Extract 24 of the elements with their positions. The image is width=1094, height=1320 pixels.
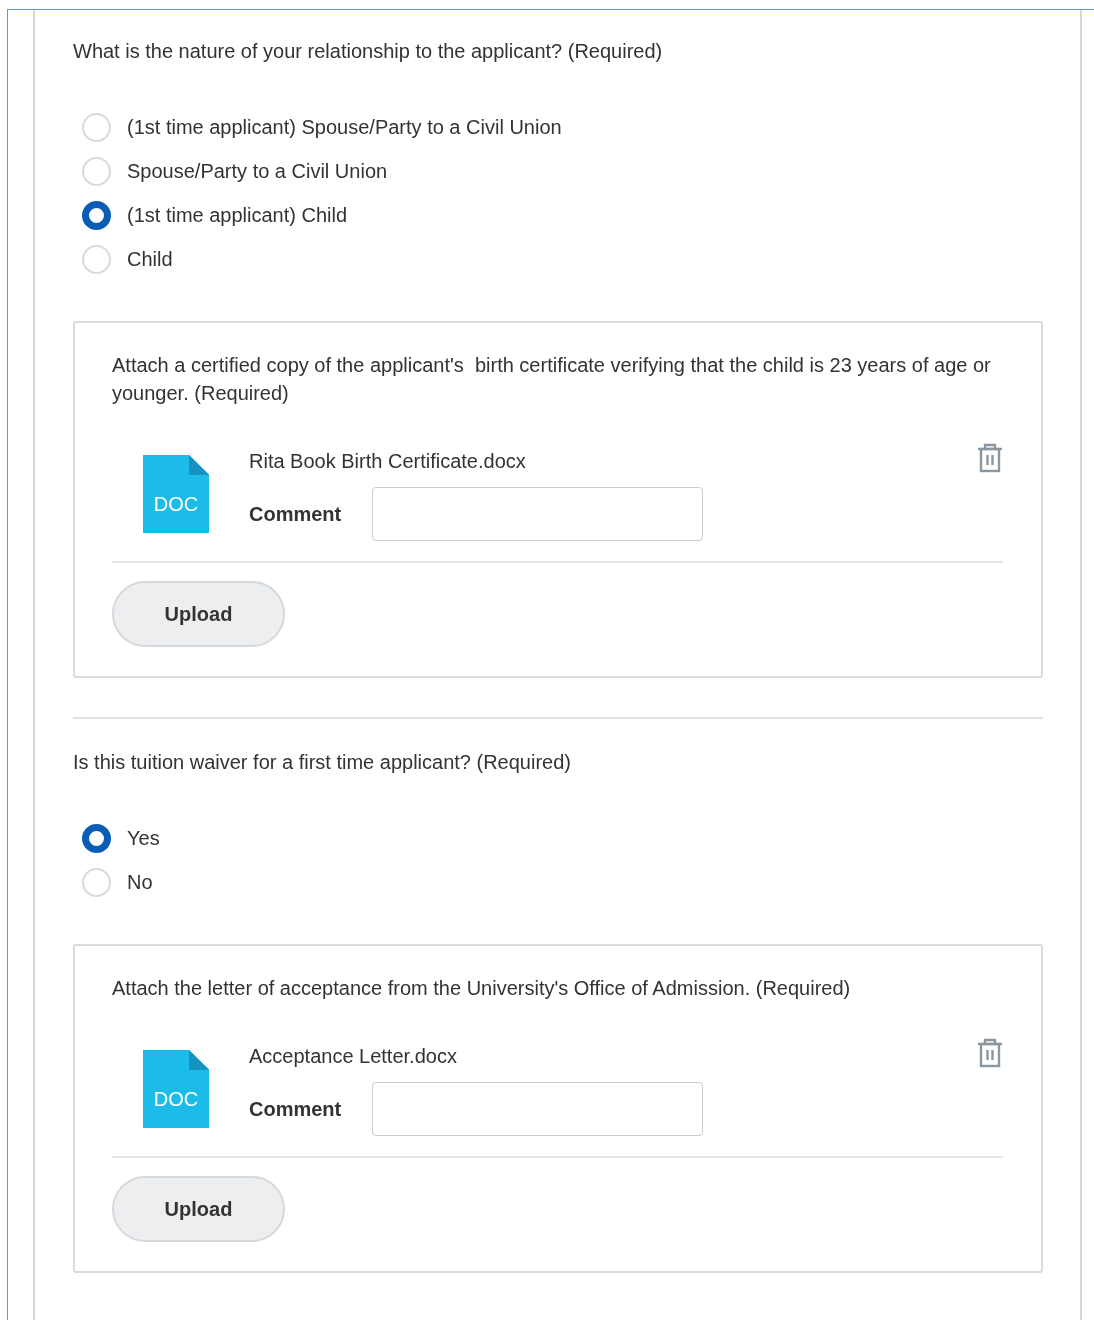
comment-field[interactable] [372,1082,704,1136]
file-name: Rita Book Birth Certificate.docx [249,449,527,473]
document-icon: DOC [143,455,209,533]
file-name: Acceptance Letter.docx [249,1044,458,1068]
trash-icon[interactable] [977,443,1003,473]
trash-icon[interactable] [977,1038,1003,1068]
option-label[interactable]: No [127,867,153,897]
upload-button[interactable]: Upload [112,581,285,647]
option-label[interactable]: Child [127,244,173,274]
option-label[interactable]: (1st time applicant) Child [127,200,348,230]
document-icon: DOC [143,1050,209,1128]
question-text: Is this tuition waiver for a first time applicant? (Required) [73,750,572,775]
instruction-text: Attach the letter of acceptance from the University's Office of Admission. (Required) [112,976,852,1001]
option-label[interactable]: Spouse/Party to a Civil Union [127,156,388,186]
option-label[interactable]: (1st time applicant) Spouse/Party to a Civil Union [127,112,562,142]
comment-label: Comment [249,1097,342,1122]
comment-label: Comment [249,502,342,527]
upload-button[interactable]: Upload [112,1176,285,1242]
radio-button[interactable] [82,823,111,853]
option-label[interactable]: Yes [127,823,160,853]
question-text: What is the nature of your relationship to the applicant? (Required) [73,39,664,64]
instruction-text: Attach a certified copy of the applicant's birth certificate verifying that the child is 23 years of age or younger. (Required) [112,353,992,406]
radio-button[interactable] [82,200,111,230]
comment-field[interactable] [372,487,704,541]
